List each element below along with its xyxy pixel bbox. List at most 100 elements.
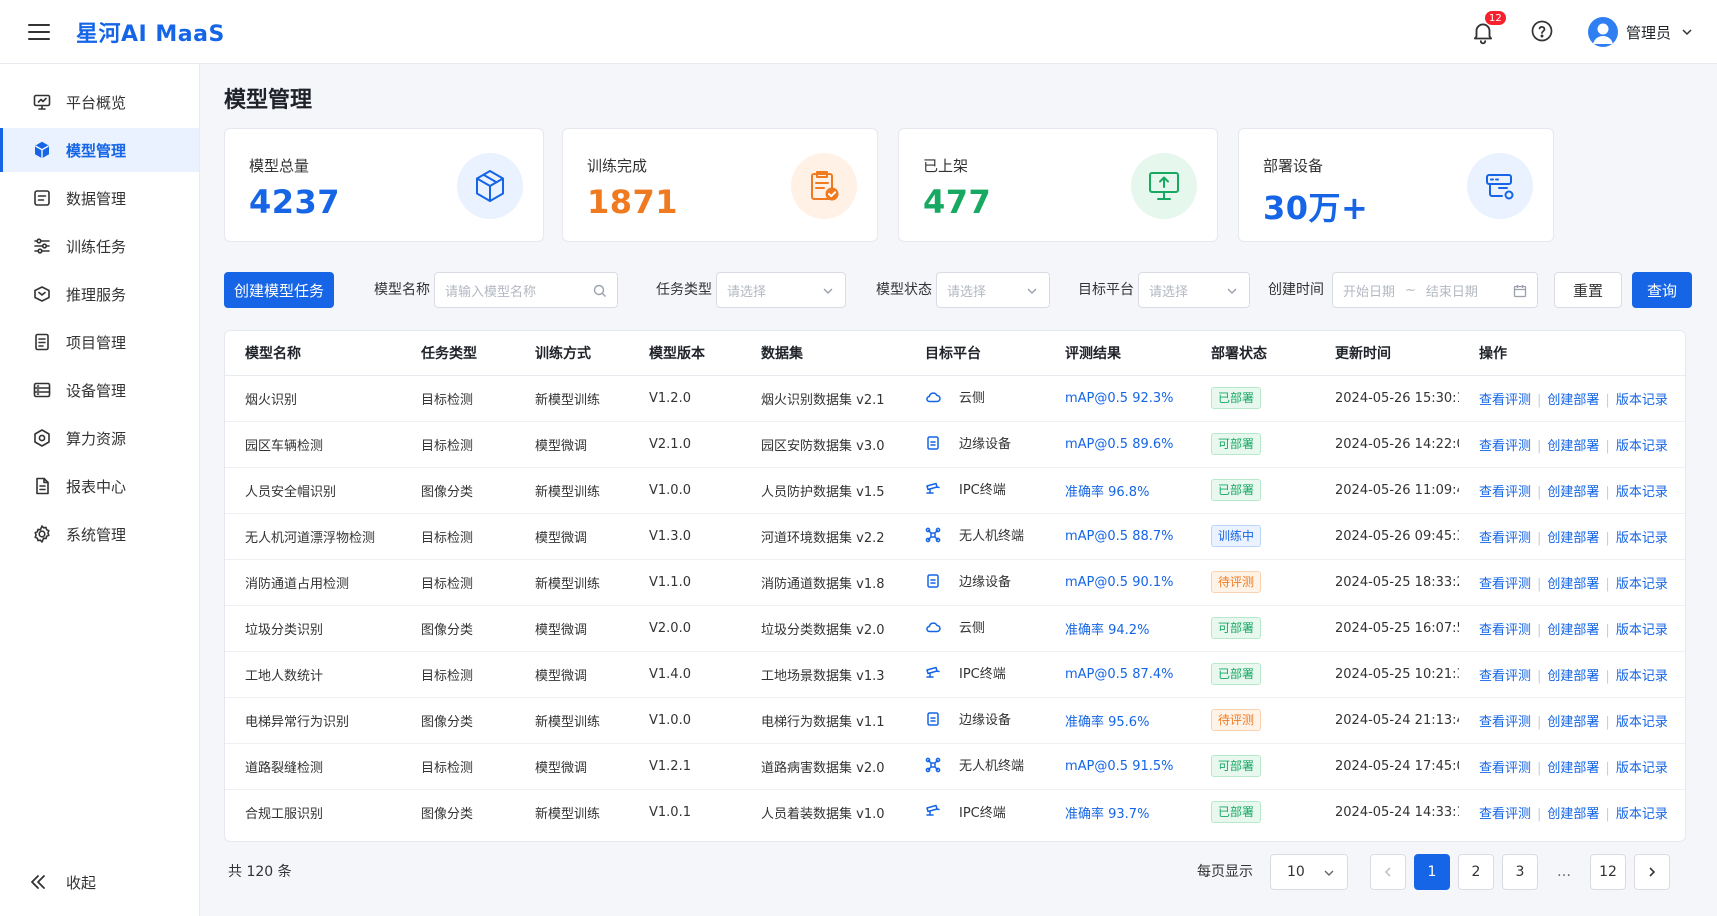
row-actions: 查看评测 | 创建部署 | 版本记录 <box>1459 743 1685 790</box>
view-eval-link[interactable]: 查看评测 <box>1479 531 1531 546</box>
updated-time: 2024-05-26 14:22:08 <box>1315 421 1459 468</box>
sidebar-item[interactable]: 训练任务 <box>0 224 199 268</box>
create-deploy-link[interactable]: 创建部署 <box>1547 577 1599 592</box>
page-button[interactable]: 2 <box>1458 854 1494 890</box>
create-deploy-link[interactable]: 创建部署 <box>1547 715 1599 730</box>
sidebar-item[interactable]: 设备管理 <box>0 368 199 412</box>
sidebar-item[interactable]: 平台概览 <box>0 80 199 124</box>
reset-button[interactable]: 重置 <box>1554 272 1622 308</box>
version-history-link[interactable]: 版本记录 <box>1616 807 1668 822</box>
view-eval-link[interactable]: 查看评测 <box>1479 715 1531 730</box>
date-range-picker[interactable]: 开始日期 ~ 结束日期 <box>1332 272 1538 308</box>
user-avatar[interactable] <box>1587 17 1618 47</box>
create-deploy-link[interactable]: 创建部署 <box>1547 531 1599 546</box>
version-history-link[interactable]: 版本记录 <box>1616 393 1668 408</box>
sidebar-item[interactable]: 系统管理 <box>0 512 199 556</box>
task-type: 目标检测 <box>401 743 515 790</box>
sidebar-item[interactable]: 项目管理 <box>0 320 199 364</box>
create-deploy-link[interactable]: 创建部署 <box>1547 669 1599 684</box>
clipboard-check-icon <box>791 153 857 219</box>
version-history-link[interactable]: 版本记录 <box>1616 669 1668 684</box>
prev-page-button[interactable] <box>1370 854 1406 890</box>
view-eval-link[interactable]: 查看评测 <box>1479 393 1531 408</box>
updated-time: 2024-05-26 09:45:33 <box>1315 513 1459 560</box>
view-eval-link[interactable]: 查看评测 <box>1479 807 1531 822</box>
create-deploy-link[interactable]: 创建部署 <box>1547 393 1599 408</box>
table-header-row: 模型名称 任务类型 训练方式 模型版本 数据集 目标平台 评测结果 部署状态 更新时间 操作 <box>225 331 1685 376</box>
view-eval-link[interactable]: 查看评测 <box>1479 761 1531 776</box>
view-eval-link[interactable]: 查看评测 <box>1479 439 1531 454</box>
model-version: V1.2.0 <box>629 375 741 422</box>
version-history-link[interactable]: 版本记录 <box>1616 531 1668 546</box>
view-eval-link[interactable]: 查看评测 <box>1479 485 1531 500</box>
next-page-button[interactable] <box>1634 854 1670 890</box>
status-badge: 可部署 <box>1211 433 1262 455</box>
user-name[interactable]: 管理员 <box>1626 22 1671 43</box>
column-header: 任务类型 <box>401 331 515 376</box>
target-platform: 边缘设备 <box>959 437 1012 453</box>
chevron-down-icon <box>1027 288 1037 294</box>
train-method: 模型微调 <box>515 513 629 560</box>
model-version: V1.0.0 <box>629 467 741 514</box>
sidebar-item[interactable]: 数据管理 <box>0 176 199 220</box>
view-eval-link[interactable]: 查看评测 <box>1479 577 1531 592</box>
notification-bell-icon[interactable]: 12 <box>1470 10 1507 45</box>
target-platform: 无人机终端 <box>959 529 1025 545</box>
train-method: 新模型训练 <box>515 375 629 422</box>
sidebar-item[interactable]: 报表中心 <box>0 464 199 508</box>
train-method: 模型微调 <box>515 651 629 698</box>
version-history-link[interactable]: 版本记录 <box>1616 485 1668 500</box>
model-version: V2.1.0 <box>629 421 741 468</box>
version-history-link[interactable]: 版本记录 <box>1616 715 1668 730</box>
version-history-link[interactable]: 版本记录 <box>1616 439 1668 454</box>
action-separator: | <box>1537 576 1542 592</box>
target-platform: 边缘设备 <box>959 575 1012 591</box>
per-page-select[interactable]: 10 <box>1270 854 1348 890</box>
task-type: 目标检测 <box>401 513 515 560</box>
target-platform-select[interactable]: 请选择 <box>1138 272 1250 308</box>
model-name-input[interactable]: 请输入模型名称 <box>434 272 618 308</box>
view-eval-link[interactable]: 查看评测 <box>1479 623 1531 638</box>
version-history-link[interactable]: 版本记录 <box>1616 577 1668 592</box>
model-name: 工地人数统计 <box>225 651 401 698</box>
version-history-link[interactable]: 版本记录 <box>1616 623 1668 638</box>
table-row: 消防通道占用检测 目标检测 新模型训练 V1.1.0 消防通道数据集 v1.8 … <box>225 559 1685 606</box>
view-eval-link[interactable]: 查看评测 <box>1479 669 1531 684</box>
menu-toggle-icon[interactable] <box>28 23 50 40</box>
sidebar-item[interactable]: 推理服务 <box>0 272 199 316</box>
top-header: 星河AI MaaS 12 管理员 <box>0 0 1717 64</box>
model-version: V1.0.0 <box>629 697 741 744</box>
create-deploy-link[interactable]: 创建部署 <box>1547 761 1599 776</box>
page-button[interactable]: 12 <box>1590 854 1626 890</box>
deploy-status-cell: 已部署 <box>1191 651 1315 698</box>
status-badge: 训练中 <box>1211 525 1262 547</box>
table-row: 烟火识别 目标检测 新模型训练 V1.2.0 烟火识别数据集 v2.1 云侧 m… <box>225 375 1685 422</box>
action-separator: | <box>1605 438 1610 454</box>
page-button[interactable]: 1 <box>1414 854 1450 890</box>
task-type-select[interactable]: 请选择 <box>716 272 846 308</box>
train-method: 新模型训练 <box>515 697 629 744</box>
cube-icon <box>32 140 52 160</box>
create-deploy-link[interactable]: 创建部署 <box>1547 485 1599 500</box>
query-button[interactable]: 查询 <box>1632 272 1692 308</box>
model-status-label: 模型状态 <box>876 282 932 298</box>
collapse-sidebar-button[interactable]: 收起 <box>24 868 96 896</box>
action-separator: | <box>1605 530 1610 546</box>
version-history-link[interactable]: 版本记录 <box>1616 761 1668 776</box>
model-status-select[interactable]: 请选择 <box>936 272 1050 308</box>
target-platform: IPC终端 <box>959 483 1006 499</box>
sidebar-item[interactable]: 算力资源 <box>0 416 199 460</box>
create-model-task-button[interactable]: 创建模型任务 <box>224 272 334 308</box>
brand-logo[interactable]: 星河AI MaaS <box>76 16 225 48</box>
column-header: 部署状态 <box>1191 331 1315 376</box>
table-row: 工地人数统计 目标检测 模型微调 V1.4.0 工地场景数据集 v1.3 IPC… <box>225 651 1685 698</box>
create-deploy-link[interactable]: 创建部署 <box>1547 439 1599 454</box>
help-icon[interactable] <box>1530 19 1556 45</box>
page-button[interactable]: 3 <box>1502 854 1538 890</box>
compute-icon <box>32 428 52 448</box>
column-header: 模型版本 <box>629 331 741 376</box>
create-deploy-link[interactable]: 创建部署 <box>1547 623 1599 638</box>
sidebar-item[interactable]: 模型管理 <box>0 128 199 172</box>
create-deploy-link[interactable]: 创建部署 <box>1547 807 1599 822</box>
chevron-down-icon[interactable] <box>1681 26 1693 38</box>
